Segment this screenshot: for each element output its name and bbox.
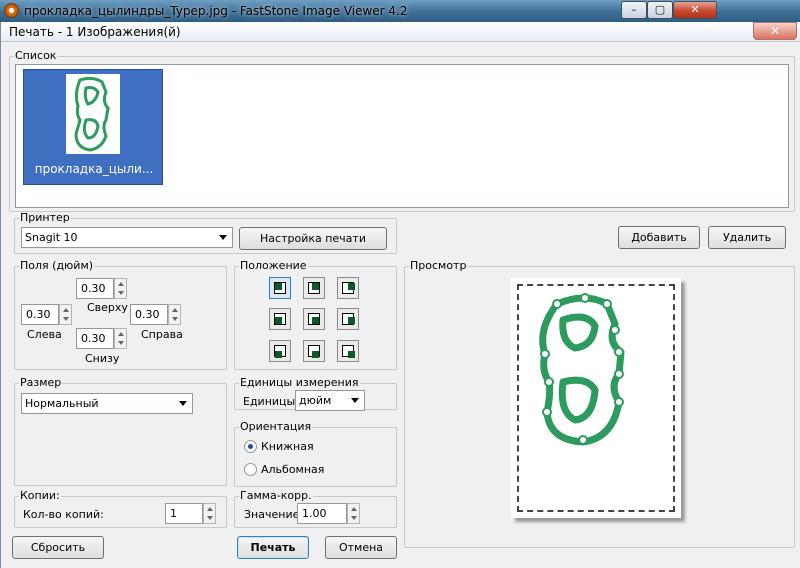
reset-button[interactable]: Сбросить [12, 536, 104, 559]
copies-label: Кол-во копий: [23, 508, 104, 521]
position-center-button[interactable] [303, 308, 325, 330]
copies-legend: Копии: [20, 489, 60, 502]
dialog-title: Печать - 1 Изображения(й) [9, 25, 181, 39]
print-setup-button[interactable]: Настройка печати [239, 227, 387, 250]
delete-button[interactable]: Удалить [708, 226, 786, 249]
close-window-button[interactable]: ✕ [673, 1, 717, 19]
position-top-center-button[interactable] [303, 277, 325, 299]
orientation-group: Ориентация [234, 421, 397, 487]
print-button[interactable]: Печать [237, 536, 309, 559]
margins-legend: Поля (дюйм) [20, 259, 94, 272]
orientation-legend: Ориентация [240, 420, 312, 433]
list-item[interactable]: прокладка_цыли... [23, 69, 163, 185]
position-middle-left-button[interactable] [269, 308, 291, 330]
print-dialog: Печать - 1 Изображения(й) ✕ Список прокл… [0, 22, 800, 568]
app-icon[interactable] [4, 3, 19, 18]
margin-top-stepper[interactable] [114, 278, 127, 299]
margin-top-label: Сверху [87, 301, 128, 314]
gamma-legend: Гамма-корр. [240, 489, 312, 502]
position-middle-right-button[interactable] [337, 308, 359, 330]
preview-page [511, 278, 681, 518]
position-bottom-center-button[interactable] [303, 340, 325, 362]
margin-left-label: Слева [27, 328, 62, 341]
copies-stepper[interactable] [203, 503, 216, 524]
printer-select[interactable]: Snagit 10 [21, 227, 233, 248]
app-title: прокладка_цылиндры_Typep.jpg - FastStone… [24, 4, 408, 18]
landscape-radio[interactable] [244, 463, 257, 476]
size-selected: Нормальный [25, 397, 99, 410]
position-top-right-button[interactable] [337, 277, 359, 299]
minimize-button[interactable]: – [621, 1, 647, 19]
printer-selected: Snagit 10 [25, 231, 78, 244]
gamma-input[interactable]: 1.00 [297, 503, 347, 524]
portrait-radio[interactable] [244, 440, 257, 453]
margin-right-label: Справа [141, 328, 183, 341]
margin-right-stepper[interactable] [168, 304, 181, 325]
margin-left-stepper[interactable] [59, 304, 72, 325]
printer-legend: Принтер [20, 211, 70, 224]
cancel-button[interactable]: Отмена [325, 536, 397, 559]
position-legend: Положение [240, 259, 307, 272]
gamma-stepper[interactable] [347, 503, 360, 524]
margin-right-input[interactable]: 0.30 [130, 304, 168, 325]
list-legend: Список [15, 49, 57, 62]
size-select[interactable]: Нормальный [21, 393, 193, 414]
chevron-down-icon [351, 398, 359, 403]
add-button[interactable]: Добавить [618, 226, 700, 249]
thumbnail-image [66, 74, 120, 154]
image-list[interactable]: прокладка_цыли... [15, 64, 789, 208]
gasket-thumbnail-icon [74, 76, 110, 152]
dialog-close-button[interactable]: ✕ [753, 22, 797, 40]
margin-bottom-label: Снизу [85, 352, 120, 365]
units-legend: Единицы измерения [240, 376, 359, 389]
size-legend: Размер [20, 376, 62, 389]
thumbnail-caption: прокладка_цыли... [34, 162, 154, 176]
gasket-preview-icon [539, 293, 625, 446]
portrait-label: Книжная [261, 440, 314, 453]
gamma-label: Значение: [244, 508, 304, 521]
copies-input[interactable]: 1 [165, 503, 203, 524]
maximize-button[interactable]: ▢ [647, 1, 673, 19]
landscape-label: Альбомная [261, 463, 325, 476]
chevron-down-icon [179, 401, 187, 406]
app-title-bar: прокладка_цылиндры_Typep.jpg - FastStone… [0, 0, 800, 22]
preview-legend: Просмотр [410, 259, 467, 272]
units-select[interactable]: дюйм [295, 390, 365, 411]
margin-left-input[interactable]: 0.30 [21, 304, 59, 325]
margin-bottom-input[interactable]: 0.30 [76, 328, 114, 349]
position-bottom-left-button[interactable] [269, 340, 291, 362]
dialog-title-bar: Печать - 1 Изображения(й) ✕ [1, 22, 800, 42]
margin-bottom-stepper[interactable] [114, 328, 127, 349]
position-top-left-button[interactable] [269, 277, 291, 299]
margin-top-input[interactable]: 0.30 [76, 278, 114, 299]
position-bottom-right-button[interactable] [337, 340, 359, 362]
units-selected: дюйм [299, 394, 332, 407]
units-label: Единицы: [243, 395, 299, 408]
chevron-down-icon [219, 235, 227, 240]
